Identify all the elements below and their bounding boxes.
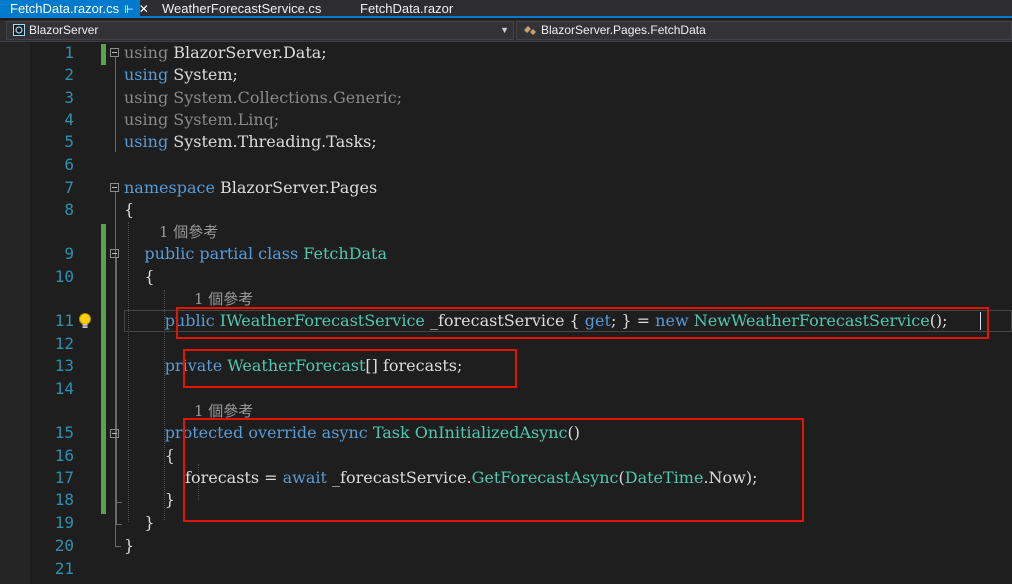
line-number: 15 <box>54 423 74 442</box>
line-number: 18 <box>54 490 74 509</box>
project-dropdown[interactable]: BlazorServer ▼ <box>6 21 514 40</box>
code-line: 9 public partial class FetchData <box>0 243 1012 265</box>
code-line: 6 <box>0 154 1012 176</box>
type-name: BlazorServer.Pages.FetchData <box>541 23 706 37</box>
line-number: 16 <box>54 446 74 465</box>
class-icon <box>524 26 536 35</box>
code-line: 5 using System.Threading.Tasks; <box>0 131 1012 153</box>
highlight-box <box>183 349 517 388</box>
code-line: 20 } <box>0 535 1012 557</box>
code-line: 21 <box>0 558 1012 580</box>
code-editor[interactable]: 1 using BlazorServer.Data; 2 using Syste… <box>0 42 1012 584</box>
code-line: 3 using System.Collections.Generic; <box>0 87 1012 109</box>
line-number: 17 <box>54 468 74 487</box>
code-text: public partial class FetchData <box>144 244 388 263</box>
chevron-down-icon: ▼ <box>500 25 509 35</box>
reference-codelens[interactable]: 1 個參考 <box>159 221 218 243</box>
tab-fetchdata-razor-cs[interactable]: FetchData.razor.cs ⊩ ✕ <box>0 0 149 18</box>
document-tab-strip: FetchData.razor.cs ⊩ ✕ WeatherForecastServ… <box>0 0 1012 18</box>
tab-label: FetchData.razor.cs <box>10 1 120 16</box>
pin-icon[interactable]: ⊩ <box>124 4 134 16</box>
code-text: { <box>124 267 155 286</box>
line-number: 21 <box>54 559 74 578</box>
line-number: 19 <box>54 513 74 532</box>
tab-fetchdata-razor[interactable]: FetchData.razor <box>360 0 453 18</box>
code-text: using System.Collections.Generic; <box>124 88 403 107</box>
line-number: 1 <box>64 43 74 62</box>
line-number: 13 <box>54 356 74 375</box>
line-number: 8 <box>64 200 74 219</box>
line-number: 5 <box>64 132 74 151</box>
code-text: { <box>124 446 175 465</box>
project-name: BlazorServer <box>29 23 99 37</box>
code-text: } <box>124 513 155 532</box>
line-number: 12 <box>54 334 74 353</box>
code-line: 10 { <box>0 266 1012 288</box>
line-number: 2 <box>64 65 74 84</box>
code-line: 1 using BlazorServer.Data; <box>0 42 1012 64</box>
line-number: 14 <box>54 379 74 398</box>
code-text: namespace BlazorServer.Pages <box>124 178 378 197</box>
close-icon[interactable]: ✕ <box>139 2 149 16</box>
code-text: using System; <box>124 65 238 84</box>
code-line: 7 namespace BlazorServer.Pages <box>0 177 1012 199</box>
line-number: 11 <box>54 311 74 330</box>
tab-weatherforecastservice-cs[interactable]: WeatherForecastService.cs <box>162 0 321 18</box>
line-number: 7 <box>64 178 74 197</box>
code-text: } <box>124 536 135 555</box>
code-text: } <box>124 490 175 509</box>
line-number: 4 <box>64 110 74 129</box>
code-text: using BlazorServer.Data; <box>124 43 327 62</box>
line-number: 6 <box>64 155 74 174</box>
line-number: 9 <box>64 244 74 263</box>
line-number: 10 <box>54 267 74 286</box>
type-dropdown[interactable]: BlazorServer.Pages.FetchData <box>516 21 1012 40</box>
code-text: using System.Threading.Tasks; <box>124 132 377 151</box>
code-line: 2 using System; <box>0 64 1012 86</box>
csharp-project-icon <box>13 24 25 36</box>
code-text: { <box>124 200 135 219</box>
tab-label: FetchData.razor <box>360 1 454 16</box>
code-line: 8 { <box>0 199 1012 221</box>
navigation-bar: BlazorServer ▼ BlazorServer.Pages.FetchD… <box>0 20 1012 42</box>
highlight-box <box>176 307 989 339</box>
tab-label: WeatherForecastService.cs <box>162 1 322 16</box>
highlight-box <box>183 418 804 522</box>
lightbulb-icon[interactable] <box>78 312 92 330</box>
code-line: 4 using System.Linq; <box>0 109 1012 131</box>
line-number: 20 <box>54 536 74 555</box>
code-text: using System.Linq; <box>124 110 280 129</box>
line-number: 3 <box>64 88 74 107</box>
